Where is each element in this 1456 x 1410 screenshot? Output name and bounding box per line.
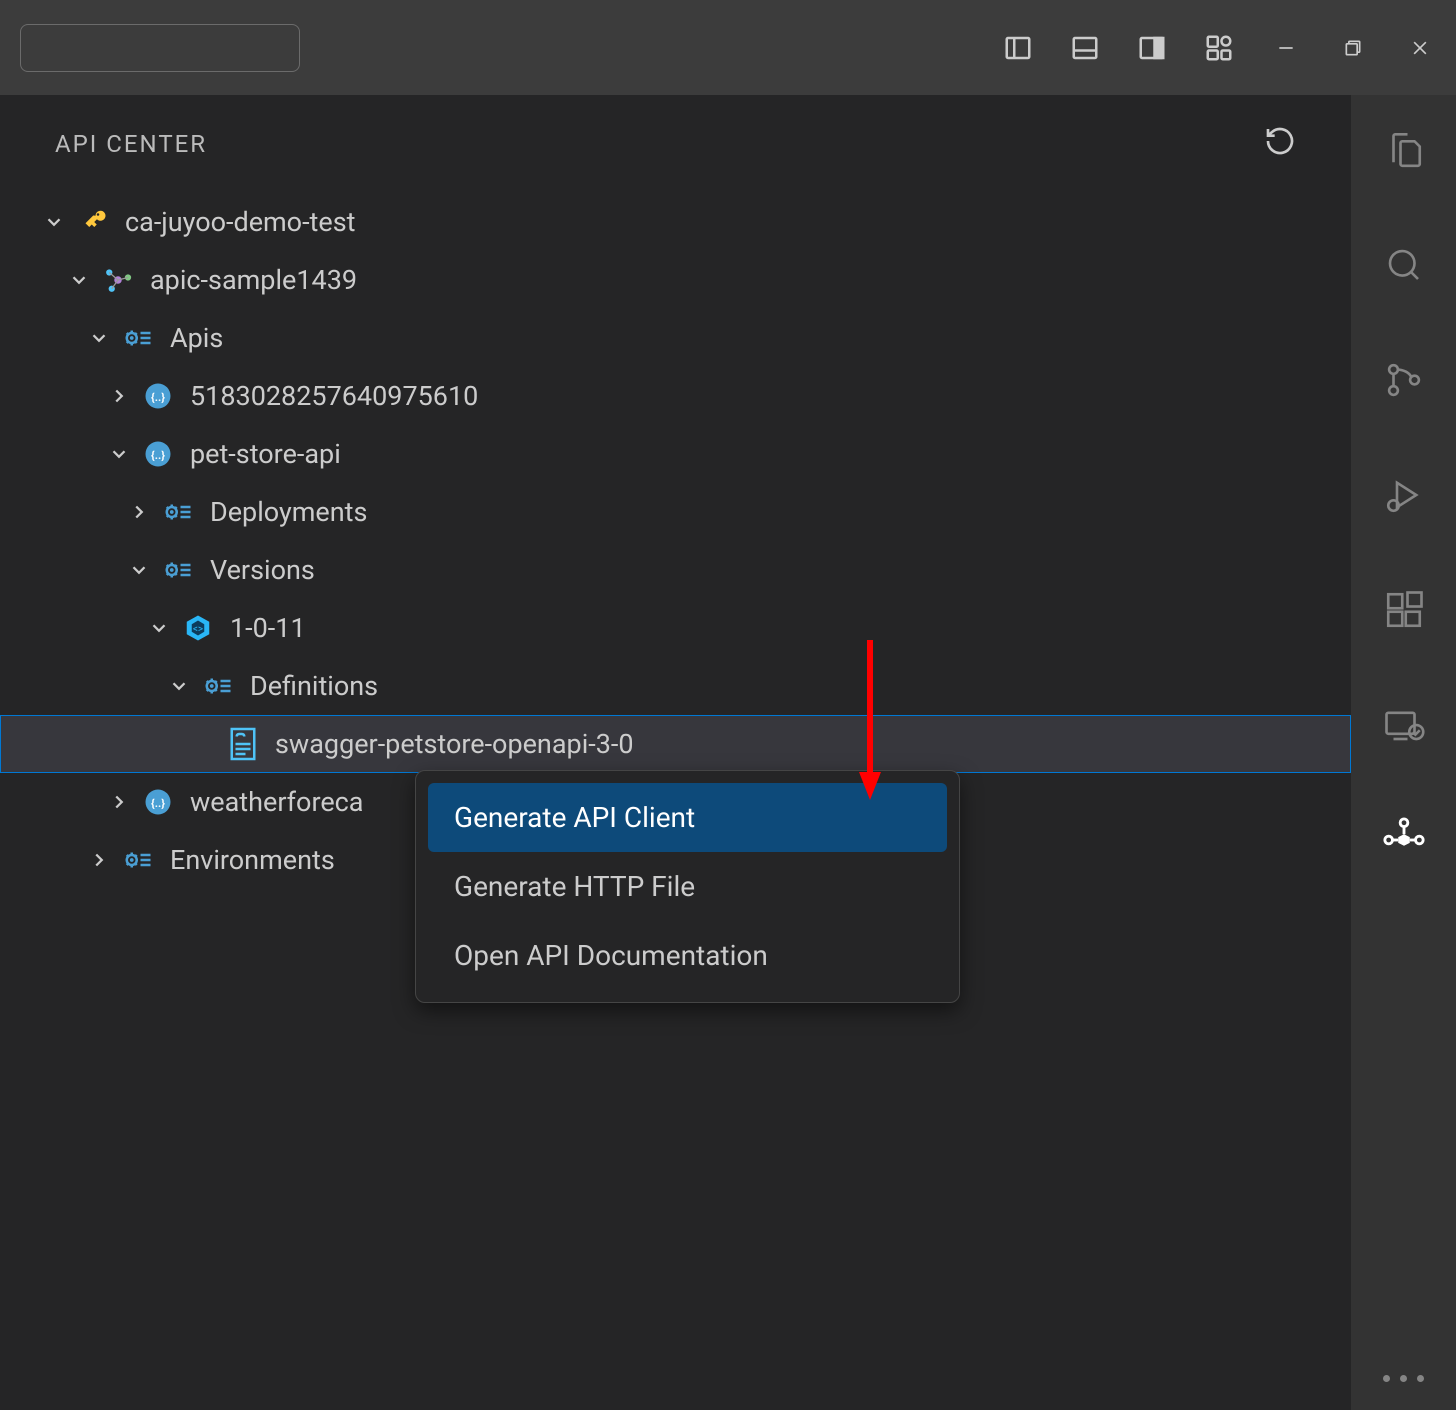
hexagon-icon: <> [181,611,215,645]
split-bottom-icon[interactable] [1069,32,1101,64]
search-icon[interactable] [1379,240,1429,290]
settings-list-icon [121,843,155,877]
tree-item-deployments[interactable]: Deployments [0,483,1351,541]
chevron-right-icon [125,498,153,526]
settings-list-icon [201,669,235,703]
source-control-icon[interactable] [1379,355,1429,405]
panel-header: API CENTER [0,95,1351,193]
split-right-icon[interactable] [1136,32,1168,64]
menu-open-api-documentation[interactable]: Open API Documentation [428,921,947,990]
svg-text:{..}: {..} [151,449,165,462]
chevron-right-icon [105,788,133,816]
title-controls [1002,32,1436,64]
main-area: API CENTER ca-juyoo-demo-test [0,95,1456,1410]
tree-item-sample[interactable]: apic-sample1439 [0,251,1351,309]
activity-bar [1351,95,1456,1410]
menu-generate-http-file[interactable]: Generate HTTP File [428,852,947,921]
tree-label: swagger-petstore-openapi-3-0 [275,728,634,760]
chevron-down-icon [40,208,68,236]
layout-icon[interactable] [1203,32,1235,64]
tree-item-root[interactable]: ca-juyoo-demo-test [0,193,1351,251]
close-icon[interactable] [1404,32,1436,64]
remote-icon[interactable] [1379,700,1429,750]
document-icon [226,727,260,761]
tree-item-apis[interactable]: Apis [0,309,1351,367]
chevron-down-icon [105,440,133,468]
split-left-icon[interactable] [1002,32,1034,64]
sidebar-panel: API CENTER ca-juyoo-demo-test [0,95,1351,1410]
settings-list-icon [161,495,195,529]
menu-generate-api-client[interactable]: Generate API Client [428,783,947,852]
chevron-right-icon [85,846,113,874]
svg-text:{..}: {..} [151,797,165,810]
tree-item-version1[interactable]: <> 1-0-11 [0,599,1351,657]
chevron-right-icon [105,382,133,410]
tree-label: ca-juyoo-demo-test [125,206,355,238]
title-bar [0,0,1456,95]
more-icon[interactable] [1383,1375,1424,1382]
minimize-icon[interactable] [1270,32,1302,64]
api-icon: {..} [141,785,175,819]
chevron-down-icon [165,672,193,700]
svg-text:<>: <> [193,624,203,635]
settings-list-icon [161,553,195,587]
api-icon: {..} [141,437,175,471]
network-icon [101,263,135,297]
tree-item-api1[interactable]: {..} 5183028257640975610 [0,367,1351,425]
chevron-down-icon [125,556,153,584]
refresh-icon[interactable] [1264,125,1296,163]
extensions-icon[interactable] [1379,585,1429,635]
explorer-icon[interactable] [1379,125,1429,175]
api-center-icon[interactable] [1379,815,1429,865]
settings-list-icon [121,321,155,355]
tree-item-swagger-def[interactable]: swagger-petstore-openapi-3-0 [0,715,1351,773]
tree-label: apic-sample1439 [150,264,357,296]
tree-label: Versions [210,554,315,586]
context-menu: Generate API Client Generate HTTP File O… [415,770,960,1003]
tree-label: Apis [170,322,223,354]
tree-label: weatherforeca [190,786,363,818]
tree-item-definitions[interactable]: Definitions [0,657,1351,715]
tree-item-versions[interactable]: Versions [0,541,1351,599]
svg-text:{..}: {..} [151,391,165,404]
chevron-down-icon [65,266,93,294]
search-input[interactable] [20,24,300,72]
tree-label: Deployments [210,496,367,528]
tree-label: 5183028257640975610 [190,380,478,412]
panel-title: API CENTER [55,130,207,158]
debug-icon[interactable] [1379,470,1429,520]
tree-label: 1-0-11 [230,612,306,644]
tree-label: Definitions [250,670,378,702]
api-icon: {..} [141,379,175,413]
chevron-down-icon [85,324,113,352]
tree-item-petstore[interactable]: {..} pet-store-api [0,425,1351,483]
key-icon [76,205,110,239]
maximize-icon[interactable] [1337,32,1369,64]
chevron-down-icon [145,614,173,642]
tree-label: pet-store-api [190,438,341,470]
tree-label: Environments [170,844,335,876]
